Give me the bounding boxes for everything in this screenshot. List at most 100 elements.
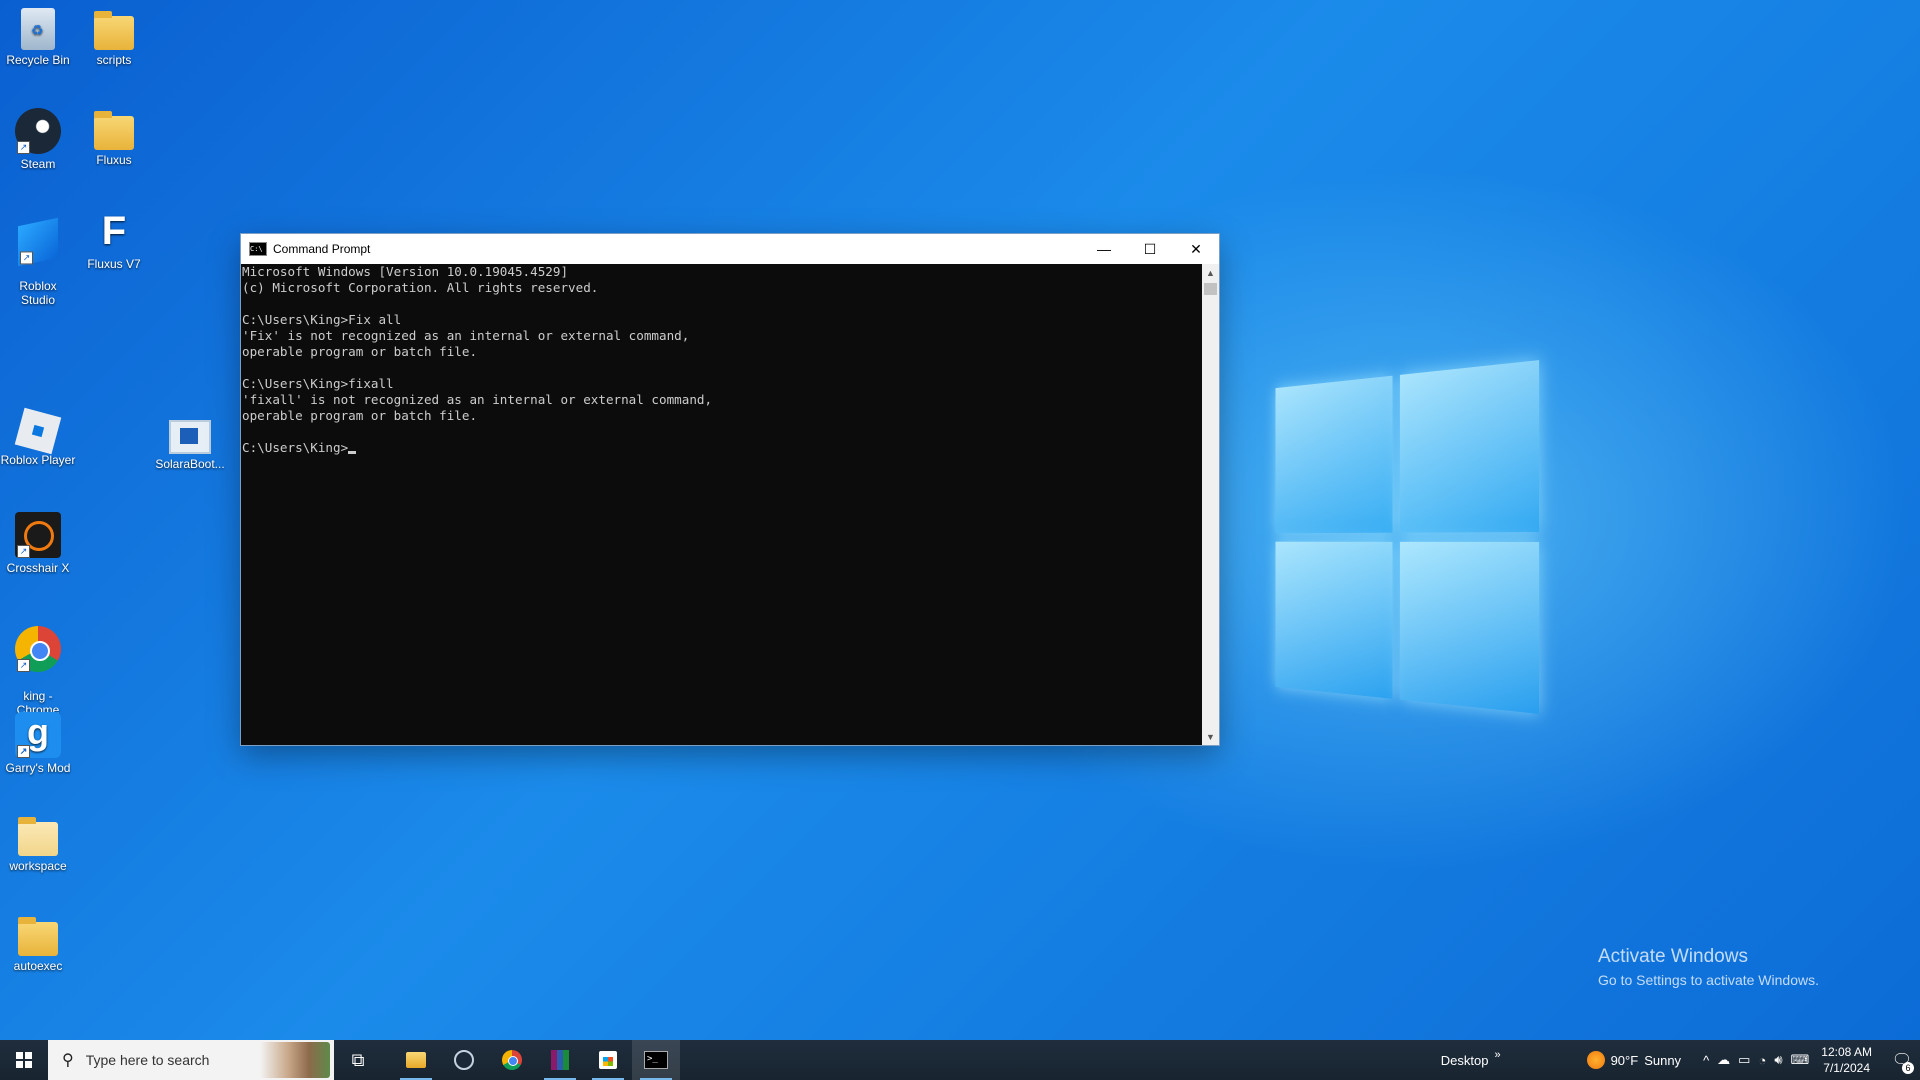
notifications-button[interactable]: 🗨︎ 6 — [1884, 1040, 1920, 1080]
desktop-icon-label: Roblox Studio — [19, 279, 57, 307]
maximize-button[interactable]: ☐ — [1127, 234, 1173, 264]
desktop-icon-label: Steam — [20, 157, 56, 171]
taskbar-store[interactable] — [584, 1040, 632, 1080]
notification-count-badge: 6 — [1902, 1062, 1914, 1074]
desktop-icon-crosshair-x[interactable]: ↗ Crosshair X — [0, 512, 76, 575]
title-bar[interactable]: C:\ Command Prompt — ☐ ✕ — [241, 234, 1219, 264]
start-button[interactable] — [0, 1040, 48, 1080]
taskbar: ⚲ Type here to search ⧉ >_ Desktop » 90°… — [0, 1040, 1920, 1080]
cmd-icon: C:\ — [249, 242, 267, 256]
search-placeholder: Type here to search — [85, 1052, 210, 1068]
window-title: Command Prompt — [273, 242, 371, 256]
garrys-mod-icon: g ↗ — [15, 712, 61, 758]
desktop-icon-label: SolaraBoot... — [155, 457, 225, 471]
system-tray: Desktop » 90°F Sunny ^ ☁ ▭ ◔ 🔊︎ ⌨ 12:08 … — [1441, 1040, 1920, 1080]
chrome-icon: ↗ — [15, 626, 61, 672]
task-view-icon: ⧉ — [351, 1049, 365, 1070]
taskbar-command-prompt[interactable]: >_ — [632, 1040, 680, 1080]
steam-icon: ↗ — [15, 108, 61, 154]
desktop-icon-scripts[interactable]: scripts — [76, 8, 152, 67]
scroll-thumb[interactable] — [1204, 283, 1217, 295]
desktop-icon-label: Crosshair X — [6, 561, 70, 575]
console-line: operable program or batch file. — [242, 344, 478, 359]
file-explorer-icon — [406, 1052, 426, 1068]
desktop-icon-fluxus[interactable]: Fluxus — [76, 108, 152, 167]
desktop-icon-label: Recycle Bin — [6, 53, 70, 67]
desktop-icon-workspace[interactable]: workspace — [0, 814, 76, 873]
fluxus-icon: F — [101, 209, 127, 253]
desktop-icon-label: Garry's Mod — [5, 761, 71, 775]
desktop-icon-solara-bootstrapper[interactable]: SolaraBoot... — [152, 412, 228, 471]
text-cursor — [348, 451, 357, 454]
task-view-button[interactable]: ⧉ — [334, 1040, 382, 1080]
chevron-right-icon: » — [1494, 1049, 1501, 1061]
recycle-bin-icon: ♻ — [21, 8, 55, 50]
cmd-icon: >_ — [644, 1051, 668, 1069]
activation-subtitle: Go to Settings to activate Windows. — [1598, 972, 1819, 988]
console-line: C:\Users\King> — [242, 440, 1202, 456]
battery-icon[interactable]: ▭ — [1738, 1052, 1750, 1068]
desktop-icon-label: scripts — [96, 53, 132, 67]
desktop-icon-garrys-mod[interactable]: g ↗ Garry's Mod — [0, 712, 76, 776]
desktop-icon-label: Fluxus V7 — [87, 257, 141, 271]
desktop-icon-roblox-player[interactable]: Roblox Player — [0, 407, 76, 467]
desktop-icon-roblox-studio[interactable]: ↗ Roblox Studio — [0, 208, 76, 321]
desktop-icon-label: Fluxus — [96, 153, 132, 167]
desktop-toolbar[interactable]: Desktop » — [1440, 1049, 1501, 1068]
desktop-icon-label: autoexec — [13, 959, 63, 973]
windows-start-icon — [16, 1052, 32, 1068]
desktop-icon-label: workspace — [9, 859, 67, 873]
chevron-up-icon[interactable]: ^ — [1703, 1053, 1709, 1068]
console-line: C:\Users\King>fixall — [242, 376, 394, 391]
search-icon: ⚲ — [62, 1052, 74, 1069]
folder-icon — [94, 111, 134, 150]
minimize-button[interactable]: — — [1081, 234, 1127, 264]
desktop-icon-recycle-bin[interactable]: ♻ Recycle Bin — [0, 8, 76, 67]
console-line: 'Fix' is not recognized as an internal o… — [242, 328, 690, 343]
console-line: operable program or batch file. — [242, 408, 478, 423]
taskbar-search-box[interactable]: ⚲ Type here to search — [48, 1040, 334, 1080]
console-output[interactable]: Microsoft Windows [Version 10.0.19045.45… — [241, 264, 1202, 745]
weather-condition: Sunny — [1644, 1052, 1682, 1068]
onedrive-icon[interactable]: ☁ — [1717, 1052, 1730, 1068]
weather-widget[interactable]: 90°F Sunny — [1586, 1051, 1682, 1069]
desktop-icon-fluxus-v7[interactable]: F Fluxus V7 — [76, 208, 152, 271]
crosshair-icon: ↗ — [15, 512, 61, 558]
desktop-toolbar-label: Desktop — [1440, 1052, 1489, 1068]
taskbar-winrar[interactable] — [536, 1040, 584, 1080]
chrome-icon — [502, 1050, 522, 1070]
taskbar-steam[interactable] — [440, 1040, 488, 1080]
application-icon — [169, 420, 211, 454]
clock-date: 7/1/2024 — [1823, 1061, 1870, 1075]
desktop-icon-autoexec[interactable]: autoexec — [0, 914, 76, 973]
scroll-up-icon[interactable]: ▲ — [1202, 264, 1219, 281]
folder-icon — [94, 11, 134, 50]
keyboard-icon[interactable]: ⌨ — [1791, 1052, 1810, 1068]
taskbar-chrome[interactable] — [488, 1040, 536, 1080]
close-button[interactable]: ✕ — [1173, 234, 1219, 264]
desktop-icon-label: Roblox Player — [0, 453, 76, 467]
activation-watermark: Activate Windows Go to Settings to activ… — [1598, 946, 1819, 988]
microsoft-store-icon — [599, 1051, 617, 1069]
console-line: Microsoft Windows [Version 10.0.19045.45… — [242, 264, 569, 279]
vertical-scrollbar[interactable]: ▲ ▼ — [1202, 264, 1219, 745]
weather-temperature: 90°F — [1610, 1052, 1639, 1068]
command-prompt-window[interactable]: C:\ Command Prompt — ☐ ✕ Microsoft Windo… — [241, 234, 1219, 745]
desktop-icon-steam[interactable]: ↗ Steam — [0, 108, 76, 171]
volume-icon[interactable]: 🔊︎ — [1774, 1052, 1782, 1068]
windows-logo-wallpaper — [1275, 360, 1540, 720]
console-line: (c) Microsoft Corporation. All rights re… — [242, 280, 599, 295]
taskbar-file-explorer[interactable] — [392, 1040, 440, 1080]
folder-icon — [18, 817, 58, 856]
winrar-icon — [551, 1050, 569, 1070]
search-highlight-image — [260, 1042, 330, 1078]
console-line: 'fixall' is not recognized as an interna… — [242, 392, 713, 407]
sun-icon — [1586, 1051, 1605, 1069]
network-icon[interactable]: ◔ — [1758, 1053, 1766, 1068]
clock[interactable]: 12:08 AM 7/1/2024 — [1821, 1044, 1872, 1076]
activation-title: Activate Windows — [1598, 946, 1748, 967]
scroll-down-icon[interactable]: ▼ — [1202, 728, 1219, 745]
